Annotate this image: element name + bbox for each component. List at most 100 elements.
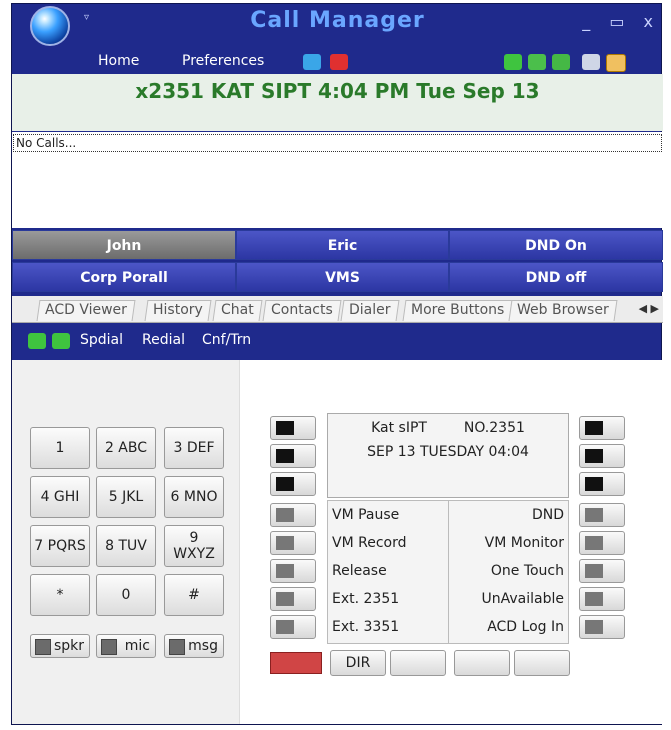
speed-button-corp-porall[interactable]: Corp Porall (12, 262, 236, 292)
tab-dialer[interactable]: Dialer (340, 300, 399, 321)
feature-key-vm-pause[interactable] (270, 503, 316, 527)
line-key-4[interactable] (579, 416, 625, 440)
tab-acd-viewer[interactable]: ACD Viewer (36, 300, 136, 321)
key-7[interactable]: 7 PQRS (30, 525, 90, 567)
message-button[interactable]: msg (164, 634, 224, 658)
redial-button[interactable]: Redial (142, 332, 185, 348)
conference-transfer-button[interactable]: Cnf/Trn (202, 332, 251, 348)
close-button[interactable]: x (644, 12, 653, 31)
lamp-inactive-icon (276, 592, 294, 606)
directory-button[interactable]: DIR (330, 650, 386, 676)
line-key-5[interactable] (579, 444, 625, 468)
lamp-inactive-icon (585, 564, 603, 578)
mic-lamp-icon (101, 639, 117, 655)
feature-label-dnd: DND (531, 507, 564, 523)
speed-button-dnd-off[interactable]: DND off (449, 262, 663, 292)
conference-icon[interactable] (28, 333, 46, 349)
feature-labels-panel: VM Pause VM Record Release Ext. 2351 Ext… (327, 500, 569, 644)
tab-history[interactable]: History (144, 300, 212, 321)
headset-icon[interactable] (606, 54, 626, 72)
lamp-inactive-icon (585, 592, 603, 606)
answer-icon[interactable] (52, 333, 70, 349)
key-4[interactable]: 4 GHI (30, 476, 90, 518)
tab-strip: ACD Viewer History Chat Contacts Dialer … (12, 296, 663, 323)
speed-button-john[interactable]: John (12, 230, 236, 260)
line-key-1[interactable] (270, 416, 316, 440)
maximize-button[interactable]: ▭ (609, 12, 624, 31)
lamp-active-icon (276, 449, 294, 463)
key-5[interactable]: 5 JKL (96, 476, 156, 518)
lcd-date: SEP 13 TUESDAY 04:04 (367, 444, 529, 460)
feature-key-ext-2351[interactable] (270, 587, 316, 611)
lamp-active-icon (585, 449, 603, 463)
lamp-active-icon (276, 477, 294, 491)
key-8[interactable]: 8 TUV (96, 525, 156, 567)
key-6[interactable]: 6 MNO (164, 476, 224, 518)
tab-scroll-arrows[interactable]: ◀ ▶ (639, 302, 659, 315)
key-star[interactable]: * (30, 574, 90, 616)
window-title: Call Manager (250, 8, 425, 33)
lamp-inactive-icon (276, 536, 294, 550)
answer-icon[interactable] (528, 54, 546, 70)
line-key-6[interactable] (579, 472, 625, 496)
tab-chat[interactable]: Chat (212, 300, 263, 321)
feature-label-ext-2351: Ext. 2351 (332, 591, 400, 607)
menu-preferences[interactable]: Preferences (182, 53, 264, 69)
menu-home[interactable]: Home (98, 53, 139, 69)
tab-contacts[interactable]: Contacts (262, 300, 342, 321)
tab-more-buttons[interactable]: More Buttons (402, 300, 513, 321)
blank-softkey-3[interactable] (514, 650, 570, 676)
feature-key-ext-3351[interactable] (270, 615, 316, 639)
blank-softkey-2[interactable] (454, 650, 510, 676)
status-red-indicator[interactable] (270, 652, 322, 674)
feature-key-unavailable[interactable] (579, 587, 625, 611)
key-2[interactable]: 2 ABC (96, 427, 156, 469)
tab-web-browser[interactable]: Web Browser (508, 300, 618, 321)
lamp-inactive-icon (585, 508, 603, 522)
feature-key-vm-record[interactable] (270, 531, 316, 555)
panel-divider (448, 501, 449, 643)
speaker-lamp-icon (35, 639, 51, 655)
feature-key-release[interactable] (270, 559, 316, 583)
feature-label-release: Release (332, 563, 387, 579)
key-9[interactable]: 9 WXYZ (164, 525, 224, 567)
speed-button-eric[interactable]: Eric (236, 230, 449, 260)
key-1[interactable]: 1 (30, 427, 90, 469)
hangup-icon[interactable] (330, 54, 348, 70)
transfer-icon[interactable] (552, 54, 570, 70)
mail-icon[interactable] (582, 54, 600, 70)
spdial-button[interactable]: Spdial (80, 332, 123, 348)
speed-buttons: John Eric DND On Corp Porall VMS DND off (12, 230, 663, 292)
lcd-name: Kat sIPT (371, 420, 427, 436)
menu-bar: Home Preferences 102351 ▼ (12, 49, 663, 116)
feature-key-vm-monitor[interactable] (579, 531, 625, 555)
lamp-inactive-icon (585, 620, 603, 634)
line-key-2[interactable] (270, 444, 316, 468)
blank-softkey-1[interactable] (390, 650, 446, 676)
lamp-inactive-icon (276, 564, 294, 578)
feature-key-acd-log-in[interactable] (579, 615, 625, 639)
key-hash[interactable]: # (164, 574, 224, 616)
calls-list[interactable]: No Calls... (12, 132, 663, 228)
feature-key-one-touch[interactable] (579, 559, 625, 583)
phone-book-icon[interactable] (303, 54, 321, 70)
key-3[interactable]: 3 DEF (164, 427, 224, 469)
feature-label-one-touch: One Touch (490, 563, 564, 579)
lamp-active-icon (585, 421, 603, 435)
mic-button[interactable]: mic (96, 634, 156, 658)
dialer-toolbar: Spdial Redial Cnf/Trn (12, 324, 663, 358)
speed-button-dnd-on[interactable]: DND On (449, 230, 663, 260)
speed-button-vms[interactable]: VMS (236, 262, 449, 292)
feature-label-vm-record: VM Record (332, 535, 407, 551)
speaker-button[interactable]: spkr (30, 634, 90, 658)
feature-label-vm-pause: VM Pause (332, 507, 400, 523)
feature-label-acd-log-in: ACD Log In (487, 619, 564, 635)
feature-key-dnd[interactable] (579, 503, 625, 527)
minimize-button[interactable]: _ (582, 12, 590, 31)
dialer-panel: 1 2 ABC 3 DEF 4 GHI 5 JKL 6 MNO 7 PQRS 8… (12, 360, 663, 724)
key-0[interactable]: 0 (96, 574, 156, 616)
feature-label-vm-monitor: VM Monitor (484, 535, 564, 551)
line-key-3[interactable] (270, 472, 316, 496)
lamp-inactive-icon (276, 508, 294, 522)
call-forward-icon[interactable] (504, 54, 522, 70)
